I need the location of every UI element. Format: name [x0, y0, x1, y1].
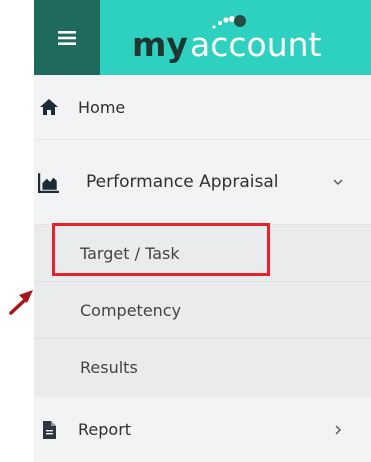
area-chart-icon	[38, 173, 59, 193]
annotation-arrow-icon	[9, 290, 33, 315]
menu-toggle-button[interactable]	[34, 0, 100, 75]
hamburger-icon	[58, 30, 76, 45]
chevron-down-icon	[333, 179, 343, 185]
nav-item-report-label: Report	[78, 420, 132, 439]
submenu-item-results-label: Results	[80, 358, 138, 377]
sidebar-header: my account	[34, 0, 371, 75]
brand-area: my account	[100, 0, 371, 75]
brand-word-my: my	[132, 25, 188, 64]
nav-item-home-label: Home	[78, 97, 126, 117]
brand-logo[interactable]: my account	[128, 12, 328, 66]
home-icon	[40, 99, 58, 115]
chevron-right-icon	[335, 425, 341, 434]
brand-word-account: account	[190, 25, 322, 64]
submenu-item-competency-label: Competency	[80, 300, 182, 320]
submenu-item-results[interactable]: Results	[34, 339, 371, 396]
nav-item-performance-label: Performance Appraisal	[86, 172, 279, 192]
submenu-item-competency[interactable]: Competency	[34, 282, 371, 339]
document-icon	[43, 420, 56, 439]
nav-item-performance-appraisal[interactable]: Performance Appraisal	[34, 140, 371, 225]
nav-item-home[interactable]: Home	[34, 75, 371, 140]
nav-item-report[interactable]: Report	[34, 397, 371, 462]
annotation-highlight-box	[52, 223, 270, 276]
